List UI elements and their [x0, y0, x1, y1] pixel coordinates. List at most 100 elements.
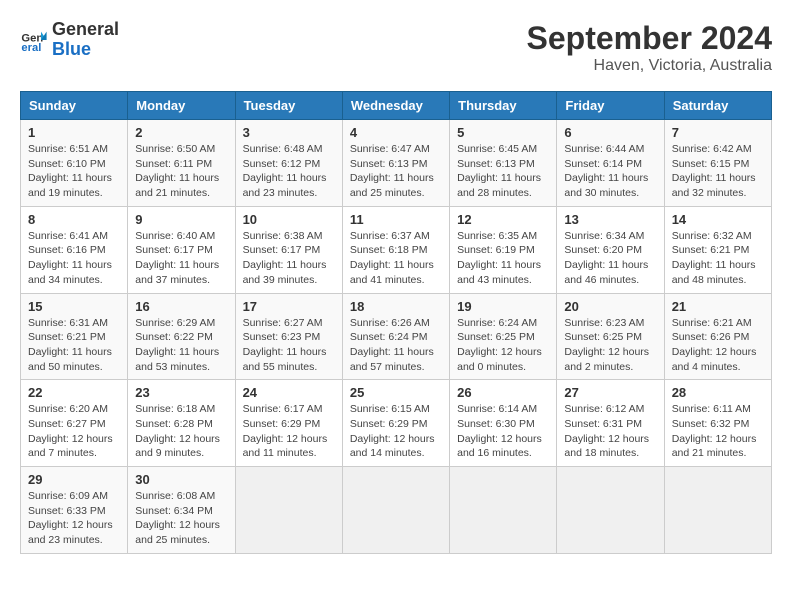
day-info: Sunrise: 6:12 AM Sunset: 6:31 PM Dayligh… — [564, 402, 656, 461]
day-info: Sunrise: 6:38 AM Sunset: 6:17 PM Dayligh… — [243, 229, 335, 288]
header-monday: Monday — [128, 92, 235, 120]
day-info: Sunrise: 6:40 AM Sunset: 6:17 PM Dayligh… — [135, 229, 227, 288]
day-number: 1 — [28, 125, 120, 140]
day-info: Sunrise: 6:15 AM Sunset: 6:29 PM Dayligh… — [350, 402, 442, 461]
day-number: 4 — [350, 125, 442, 140]
calendar-week-row: 8 Sunrise: 6:41 AM Sunset: 6:16 PM Daylig… — [21, 206, 772, 293]
table-row: 15 Sunrise: 6:31 AM Sunset: 6:21 PM Dayli… — [21, 293, 128, 380]
day-number: 22 — [28, 385, 120, 400]
day-number: 14 — [672, 212, 764, 227]
table-row: 11 Sunrise: 6:37 AM Sunset: 6:18 PM Dayli… — [342, 206, 449, 293]
day-info: Sunrise: 6:41 AM Sunset: 6:16 PM Dayligh… — [28, 229, 120, 288]
calendar-week-row: 15 Sunrise: 6:31 AM Sunset: 6:21 PM Dayli… — [21, 293, 772, 380]
day-info: Sunrise: 6:44 AM Sunset: 6:14 PM Dayligh… — [564, 142, 656, 201]
day-info: Sunrise: 6:08 AM Sunset: 6:34 PM Dayligh… — [135, 489, 227, 548]
table-row: 4 Sunrise: 6:47 AM Sunset: 6:13 PM Daylig… — [342, 120, 449, 207]
day-info: Sunrise: 6:11 AM Sunset: 6:32 PM Dayligh… — [672, 402, 764, 461]
day-number: 9 — [135, 212, 227, 227]
table-row: 26 Sunrise: 6:14 AM Sunset: 6:30 PM Dayli… — [450, 380, 557, 467]
day-number: 25 — [350, 385, 442, 400]
day-info: Sunrise: 6:50 AM Sunset: 6:11 PM Dayligh… — [135, 142, 227, 201]
day-info: Sunrise: 6:35 AM Sunset: 6:19 PM Dayligh… — [457, 229, 549, 288]
day-info: Sunrise: 6:31 AM Sunset: 6:21 PM Dayligh… — [28, 316, 120, 375]
table-row: 12 Sunrise: 6:35 AM Sunset: 6:19 PM Dayli… — [450, 206, 557, 293]
table-row — [557, 467, 664, 554]
day-number: 21 — [672, 299, 764, 314]
header-wednesday: Wednesday — [342, 92, 449, 120]
day-number: 10 — [243, 212, 335, 227]
day-info: Sunrise: 6:17 AM Sunset: 6:29 PM Dayligh… — [243, 402, 335, 461]
header-thursday: Thursday — [450, 92, 557, 120]
day-number: 17 — [243, 299, 335, 314]
table-row: 19 Sunrise: 6:24 AM Sunset: 6:25 PM Dayli… — [450, 293, 557, 380]
day-number: 20 — [564, 299, 656, 314]
table-row: 29 Sunrise: 6:09 AM Sunset: 6:33 PM Dayli… — [21, 467, 128, 554]
day-number: 12 — [457, 212, 549, 227]
table-row — [664, 467, 771, 554]
table-row: 1 Sunrise: 6:51 AM Sunset: 6:10 PM Daylig… — [21, 120, 128, 207]
day-info: Sunrise: 6:26 AM Sunset: 6:24 PM Dayligh… — [350, 316, 442, 375]
day-info: Sunrise: 6:45 AM Sunset: 6:13 PM Dayligh… — [457, 142, 549, 201]
table-row: 30 Sunrise: 6:08 AM Sunset: 6:34 PM Dayli… — [128, 467, 235, 554]
day-number: 24 — [243, 385, 335, 400]
day-number: 13 — [564, 212, 656, 227]
table-row — [450, 467, 557, 554]
header-tuesday: Tuesday — [235, 92, 342, 120]
day-info: Sunrise: 6:29 AM Sunset: 6:22 PM Dayligh… — [135, 316, 227, 375]
day-info: Sunrise: 6:34 AM Sunset: 6:20 PM Dayligh… — [564, 229, 656, 288]
day-info: Sunrise: 6:42 AM Sunset: 6:15 PM Dayligh… — [672, 142, 764, 201]
table-row: 18Sunrise: 6:26 AM Sunset: 6:24 PM Dayli… — [342, 293, 449, 380]
day-info: Sunrise: 6:48 AM Sunset: 6:12 PM Dayligh… — [243, 142, 335, 201]
header-sunday: Sunday — [21, 92, 128, 120]
month-title: September 2024 — [527, 20, 772, 57]
table-row: 9 Sunrise: 6:40 AM Sunset: 6:17 PM Daylig… — [128, 206, 235, 293]
table-row: 5 Sunrise: 6:45 AM Sunset: 6:13 PM Daylig… — [450, 120, 557, 207]
day-number: 15 — [28, 299, 120, 314]
day-number: 23 — [135, 385, 227, 400]
table-row: 7 Sunrise: 6:42 AM Sunset: 6:15 PM Daylig… — [664, 120, 771, 207]
day-number: 19 — [457, 299, 549, 314]
day-info: Sunrise: 6:20 AM Sunset: 6:27 PM Dayligh… — [28, 402, 120, 461]
table-row: 16 Sunrise: 6:29 AM Sunset: 6:22 PM Dayli… — [128, 293, 235, 380]
table-row: 17 Sunrise: 6:27 AM Sunset: 6:23 PM Dayli… — [235, 293, 342, 380]
table-row — [235, 467, 342, 554]
day-number: 3 — [243, 125, 335, 140]
table-row: 25 Sunrise: 6:15 AM Sunset: 6:29 PM Dayli… — [342, 380, 449, 467]
day-info: Sunrise: 6:27 AM Sunset: 6:23 PM Dayligh… — [243, 316, 335, 375]
calendar-header-row: Sunday Monday Tuesday Wednesday Thursday… — [21, 92, 772, 120]
table-row: 20Sunrise: 6:23 AM Sunset: 6:25 PM Dayli… — [557, 293, 664, 380]
logo-text-line1: General — [52, 20, 119, 40]
day-number: 11 — [350, 212, 442, 227]
calendar-week-row: 29 Sunrise: 6:09 AM Sunset: 6:33 PM Dayli… — [21, 467, 772, 554]
table-row: 14Sunrise: 6:32 AM Sunset: 6:21 PM Dayli… — [664, 206, 771, 293]
day-info: Sunrise: 6:37 AM Sunset: 6:18 PM Dayligh… — [350, 229, 442, 288]
table-row: 27 Sunrise: 6:12 AM Sunset: 6:31 PM Dayli… — [557, 380, 664, 467]
table-row: 23Sunrise: 6:18 AM Sunset: 6:28 PM Dayli… — [128, 380, 235, 467]
table-row: 6Sunrise: 6:44 AM Sunset: 6:14 PM Daylig… — [557, 120, 664, 207]
title-block: September 2024 Haven, Victoria, Australi… — [527, 20, 772, 75]
calendar-week-row: 22 Sunrise: 6:20 AM Sunset: 6:27 PM Dayli… — [21, 380, 772, 467]
day-number: 27 — [564, 385, 656, 400]
table-row: 3 Sunrise: 6:48 AM Sunset: 6:12 PM Daylig… — [235, 120, 342, 207]
table-row — [342, 467, 449, 554]
day-number: 7 — [672, 125, 764, 140]
day-number: 16 — [135, 299, 227, 314]
day-number: 8 — [28, 212, 120, 227]
table-row: 22 Sunrise: 6:20 AM Sunset: 6:27 PM Dayli… — [21, 380, 128, 467]
day-info: Sunrise: 6:09 AM Sunset: 6:33 PM Dayligh… — [28, 489, 120, 548]
svg-text:eral: eral — [21, 42, 41, 54]
location: Haven, Victoria, Australia — [527, 57, 772, 75]
day-number: 5 — [457, 125, 549, 140]
day-number: 26 — [457, 385, 549, 400]
day-number: 29 — [28, 472, 120, 487]
day-info: Sunrise: 6:51 AM Sunset: 6:10 PM Dayligh… — [28, 142, 120, 201]
day-number: 28 — [672, 385, 764, 400]
table-row: 2 Sunrise: 6:50 AM Sunset: 6:11 PM Daylig… — [128, 120, 235, 207]
table-row: 21Sunrise: 6:21 AM Sunset: 6:26 PM Dayli… — [664, 293, 771, 380]
day-info: Sunrise: 6:14 AM Sunset: 6:30 PM Dayligh… — [457, 402, 549, 461]
day-info: Sunrise: 6:47 AM Sunset: 6:13 PM Dayligh… — [350, 142, 442, 201]
day-number: 2 — [135, 125, 227, 140]
table-row: 28 Sunrise: 6:11 AM Sunset: 6:32 PM Dayli… — [664, 380, 771, 467]
day-number: 30 — [135, 472, 227, 487]
day-info: Sunrise: 6:24 AM Sunset: 6:25 PM Dayligh… — [457, 316, 549, 375]
